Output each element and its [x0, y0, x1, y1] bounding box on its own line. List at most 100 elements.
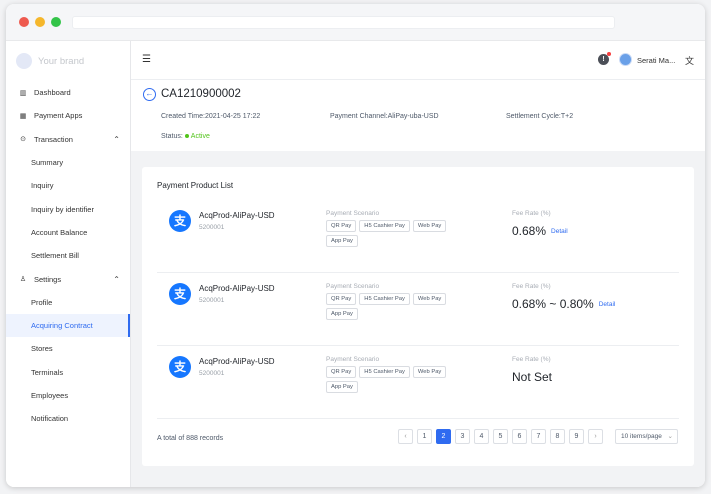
transaction-icon: ⊙ — [20, 136, 26, 144]
scenario-tag: H5 Cashier Pay — [359, 220, 410, 232]
sidebar-item-transaction[interactable]: ⊙ Transaction ⌃ — [6, 128, 130, 151]
scenario-label: Payment Scenario — [326, 356, 380, 363]
sidebar-item-account-balance[interactable]: Account Balance — [6, 221, 130, 244]
sidebar-item-acquiring-contract[interactable]: Acquiring Contract — [6, 313, 130, 338]
brand-logo — [16, 53, 32, 69]
channel-value: AliPay-uba-USD — [387, 113, 439, 120]
scenario-label: Payment Scenario — [326, 210, 380, 217]
status: Status: Active — [161, 133, 210, 140]
notification-icon[interactable]: ! — [598, 52, 611, 65]
scenario-tag: H5 Cashier Pay — [359, 293, 410, 305]
page-button-5[interactable]: 5 — [493, 429, 508, 444]
alipay-icon: 支 — [169, 283, 191, 305]
sidebar-item-stores[interactable]: Stores — [6, 337, 130, 360]
sidebar-item-label: Account Balance — [31, 227, 88, 237]
sidebar-item-employees[interactable]: Employees — [6, 384, 130, 407]
page-button-7[interactable]: 7 — [531, 429, 546, 444]
close-window-button[interactable] — [19, 17, 29, 27]
pagination: ‹ 1 2 3 4 5 6 7 8 9 › — [398, 429, 603, 444]
page-button-6[interactable]: 6 — [512, 429, 527, 444]
sidebar-item-label: Inquiry by identifier — [31, 204, 94, 214]
sidebar-nav: ▥ Dashboard ▦ Payment Apps ⊙ Transaction ⌃ Summ… — [6, 81, 130, 430]
sidebar-item-label: Profile — [31, 297, 53, 307]
product-name: AcqProd-AliPay-USD — [199, 284, 275, 293]
sidebar-item-label: Terminals — [31, 367, 64, 377]
fee-value: 0.68% — [512, 224, 547, 238]
cycle-value: T+2 — [560, 113, 574, 120]
scenario-label: Payment Scenario — [326, 283, 380, 290]
scenario-tags: QR Pay H5 Cashier Pay Web Pay App Pay — [326, 366, 456, 393]
sidebar-item-label: Notification — [31, 414, 69, 424]
page-size-select[interactable]: 10 items/page ⌄ — [615, 429, 678, 444]
sidebar-item-payment-apps[interactable]: ▦ Payment Apps — [6, 104, 130, 127]
back-arrow-icon[interactable]: ← — [143, 88, 156, 101]
product-name: AcqProd-AliPay-USD — [199, 211, 275, 220]
maximize-window-button[interactable] — [51, 17, 61, 27]
sidebar-item-profile[interactable]: Profile — [6, 291, 130, 314]
created-label: Created Time: — [161, 113, 205, 120]
payment-product-card: Payment Product List 支 AcqProd-AliPay-US… — [142, 167, 694, 466]
product-code: 5200001 — [199, 224, 225, 231]
browser-window: Your brand ▥ Dashboard ▦ Payment Apps ⊙ Trans… — [6, 4, 705, 487]
scenario-tag: Web Pay — [412, 220, 447, 232]
sidebar-item-dashboard[interactable]: ▥ Dashboard — [6, 81, 130, 104]
page-button-3[interactable]: 3 — [455, 429, 470, 444]
brand[interactable]: Your brand — [6, 41, 130, 81]
sidebar-item-summary[interactable]: Summary — [6, 151, 130, 174]
sidebar-item-label: Transaction — [34, 134, 73, 144]
chevron-up-icon[interactable]: ⌃ — [113, 135, 120, 144]
scenario-tag: H5 Cashier Pay — [359, 366, 410, 378]
alipay-icon: 支 — [169, 210, 191, 232]
payment-channel: Payment Channel:AliPay-uba-USD — [330, 113, 439, 120]
avatar[interactable] — [619, 53, 632, 66]
detail-link[interactable]: Detail — [599, 301, 616, 308]
sidebar-item-settings[interactable]: ♙ Settings ⌃ — [6, 267, 130, 290]
status-dot-icon — [184, 133, 189, 138]
user-name[interactable]: Serati Ma... — [637, 56, 675, 65]
list-item: 支 AcqProd-AliPay-USD 5200001 Payment Sce… — [157, 200, 679, 273]
prev-page-button[interactable]: ‹ — [398, 429, 413, 444]
fee-rate-label: Fee Rate (%) — [512, 356, 551, 363]
list-item: 支 AcqProd-AliPay-USD 5200001 Payment Sce… — [157, 273, 679, 346]
sidebar-item-notification[interactable]: Notification — [6, 407, 130, 430]
top-bar: ☰ ! Serati Ma... 文 — [131, 41, 705, 80]
fee-rate-value: 0.68% ~ 0.80% Detail — [512, 297, 615, 311]
minimize-window-button[interactable] — [35, 17, 45, 27]
chevron-up-icon[interactable]: ⌃ — [113, 275, 120, 284]
scenario-tag: QR Pay — [326, 366, 357, 378]
page-button-8[interactable]: 8 — [550, 429, 565, 444]
card-title: Payment Product List — [157, 181, 234, 190]
next-page-button[interactable]: › — [588, 429, 603, 444]
main-content: ← CA1210900002 Created Time:2021-04-25 1… — [131, 80, 705, 487]
alipay-icon: 支 — [169, 356, 191, 378]
user-icon: ♙ — [19, 276, 27, 284]
fee-value: 0.68% ~ 0.80% — [512, 297, 594, 311]
title-bar — [6, 4, 705, 41]
scenario-tag: App Pay — [326, 308, 358, 320]
detail-link[interactable]: Detail — [551, 228, 568, 235]
created-time: Created Time:2021-04-25 17:22 — [161, 113, 260, 120]
sidebar-item-label: Employees — [31, 391, 69, 400]
chevron-down-icon: ⌄ — [667, 433, 673, 440]
status-label: Status: — [161, 133, 183, 140]
sidebar-item-inquiry-by-identifier[interactable]: Inquiry by identifier — [6, 197, 130, 220]
translate-icon[interactable]: 文 — [685, 54, 694, 67]
fee-value: Not Set — [512, 370, 553, 384]
scenario-tag: QR Pay — [326, 220, 357, 232]
sidebar-item-terminals[interactable]: Terminals — [6, 361, 130, 384]
sidebar-item-label: Dashboard — [34, 88, 71, 98]
fee-rate-label: Fee Rate (%) — [512, 210, 551, 217]
address-bar[interactable] — [72, 16, 615, 29]
settlement-cycle: Settlement Cycle:T+2 — [506, 113, 573, 120]
page-button-4[interactable]: 4 — [474, 429, 489, 444]
product-name: AcqProd-AliPay-USD — [199, 357, 275, 366]
page-button-2[interactable]: 2 — [436, 429, 451, 444]
sidebar-item-settlement-bill[interactable]: Settlement Bill — [6, 244, 130, 267]
scenario-tags: QR Pay H5 Cashier Pay Web Pay App Pay — [326, 220, 456, 247]
menu-toggle-icon[interactable]: ☰ — [142, 54, 151, 65]
sidebar-item-inquiry[interactable]: Inquiry — [6, 174, 130, 197]
page-button-1[interactable]: 1 — [417, 429, 432, 444]
sidebar-item-label: Inquiry — [31, 181, 54, 191]
page-button-9[interactable]: 9 — [569, 429, 584, 444]
scenario-tag: Web Pay — [412, 293, 447, 305]
